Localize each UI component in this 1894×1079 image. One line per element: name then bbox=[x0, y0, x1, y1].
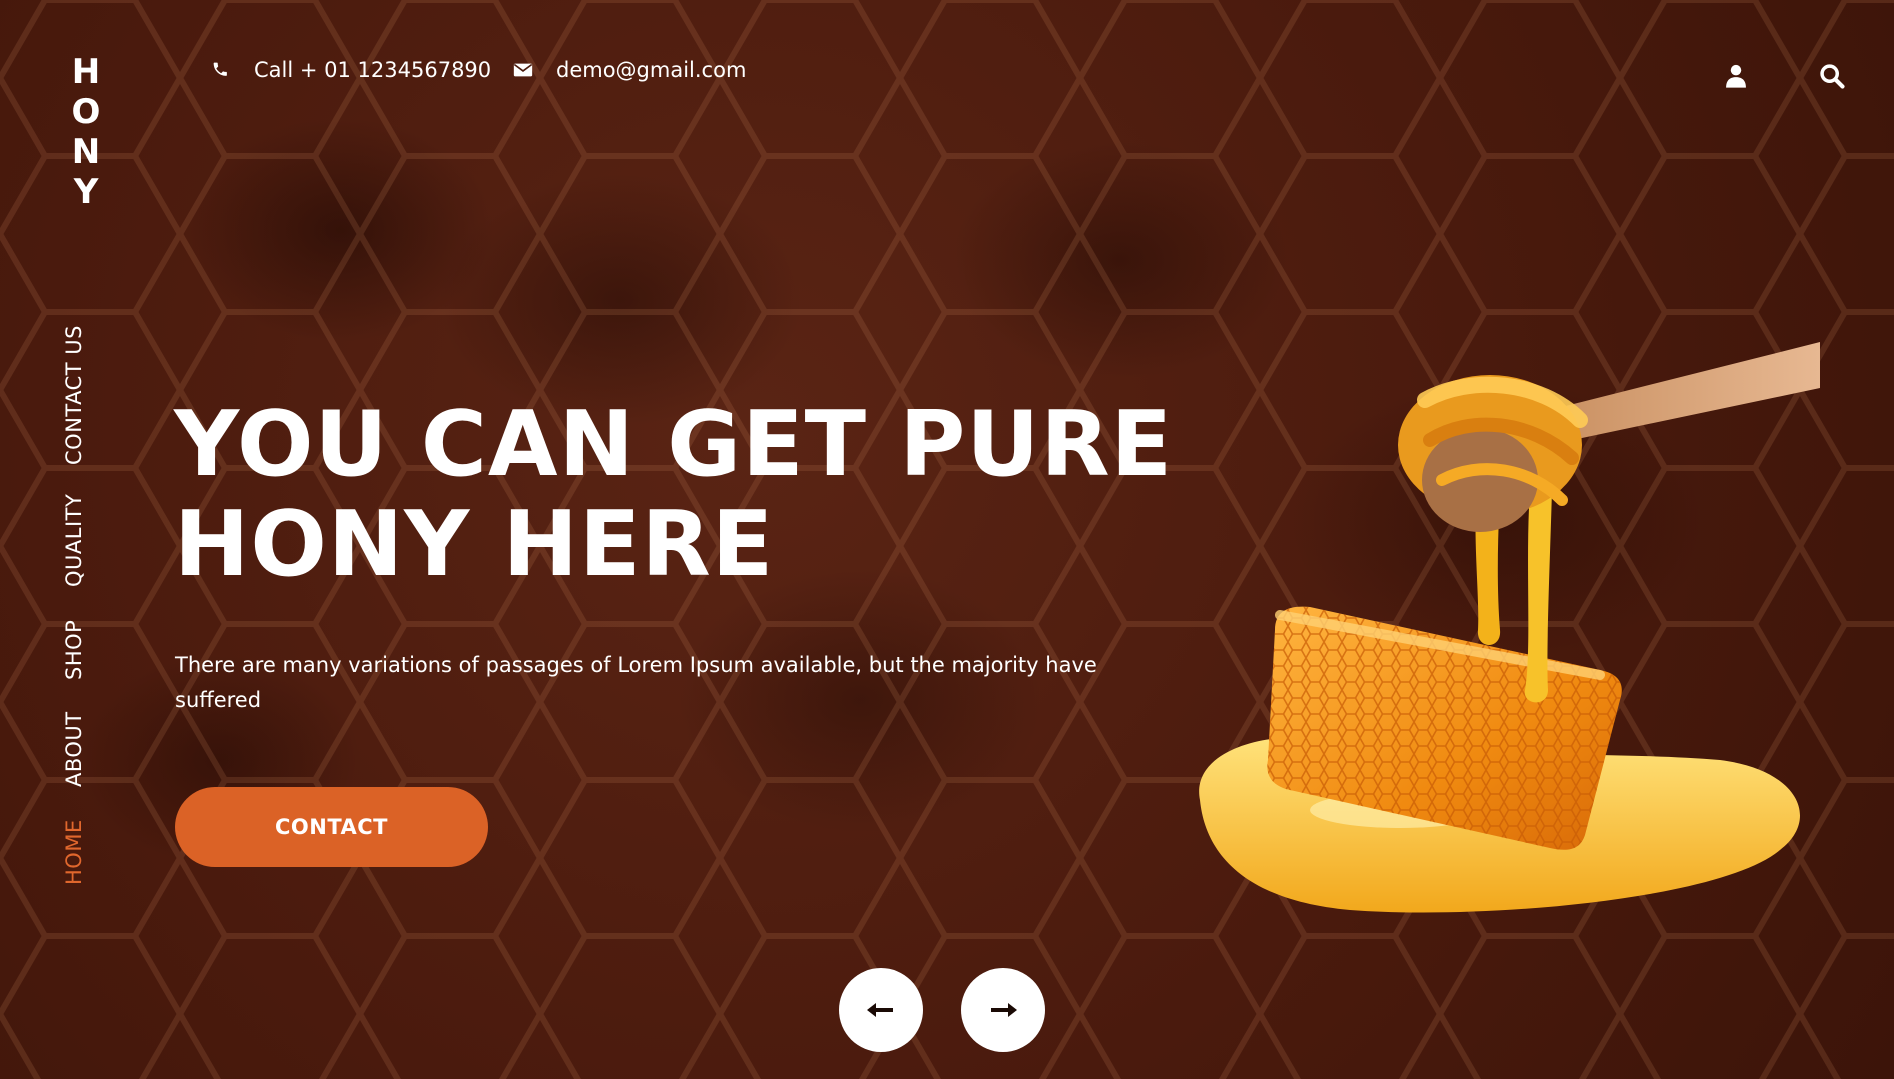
brand-logo[interactable]: H O N Y bbox=[70, 52, 102, 212]
hero-description: There are many variations of passages of… bbox=[175, 653, 1097, 712]
logo-letter: O bbox=[71, 92, 101, 132]
topbar-phone[interactable]: Call + 01 1234567890 bbox=[210, 58, 491, 82]
hero-page: H O N Y CONTACT US QUALITY SHOP ABOUT HO… bbox=[0, 0, 1894, 1079]
phone-icon bbox=[213, 62, 227, 76]
carousel-prev-button[interactable] bbox=[839, 968, 923, 1052]
honeycomb-with-dipper-image bbox=[1199, 342, 1820, 913]
contact-button[interactable]: CONTACT bbox=[175, 787, 488, 867]
nav-item-quality[interactable]: QUALITY bbox=[62, 494, 86, 587]
envelope-icon bbox=[513, 63, 533, 77]
phone-text: Call + 01 1234567890 bbox=[254, 58, 492, 82]
hero-title-line-2: HONY HERE bbox=[174, 492, 775, 597]
topbar-email[interactable]: demo@gmail.com bbox=[512, 58, 746, 82]
user-icon[interactable] bbox=[1722, 62, 1750, 90]
logo-letter: Y bbox=[73, 172, 99, 212]
nav-item-shop[interactable]: SHOP bbox=[62, 620, 86, 680]
side-navigation: CONTACT US QUALITY SHOP ABOUT HOME bbox=[62, 325, 92, 895]
hero-title: YOU CAN GET PURE HONY HERE bbox=[174, 395, 1174, 595]
hero-title-line-1: YOU CAN GET PURE bbox=[174, 392, 1174, 497]
carousel-next-button[interactable] bbox=[961, 968, 1045, 1052]
nav-item-home[interactable]: HOME bbox=[62, 819, 86, 885]
arrow-right-icon bbox=[991, 1003, 1017, 1017]
email-text: demo@gmail.com bbox=[556, 58, 747, 82]
logo-letter: H bbox=[71, 52, 101, 92]
nav-item-contact-us[interactable]: CONTACT US bbox=[62, 325, 86, 465]
arrow-left-icon bbox=[867, 1003, 893, 1017]
logo-letter: N bbox=[71, 132, 101, 172]
search-icon[interactable] bbox=[1818, 62, 1846, 90]
nav-item-about[interactable]: ABOUT bbox=[62, 711, 86, 787]
